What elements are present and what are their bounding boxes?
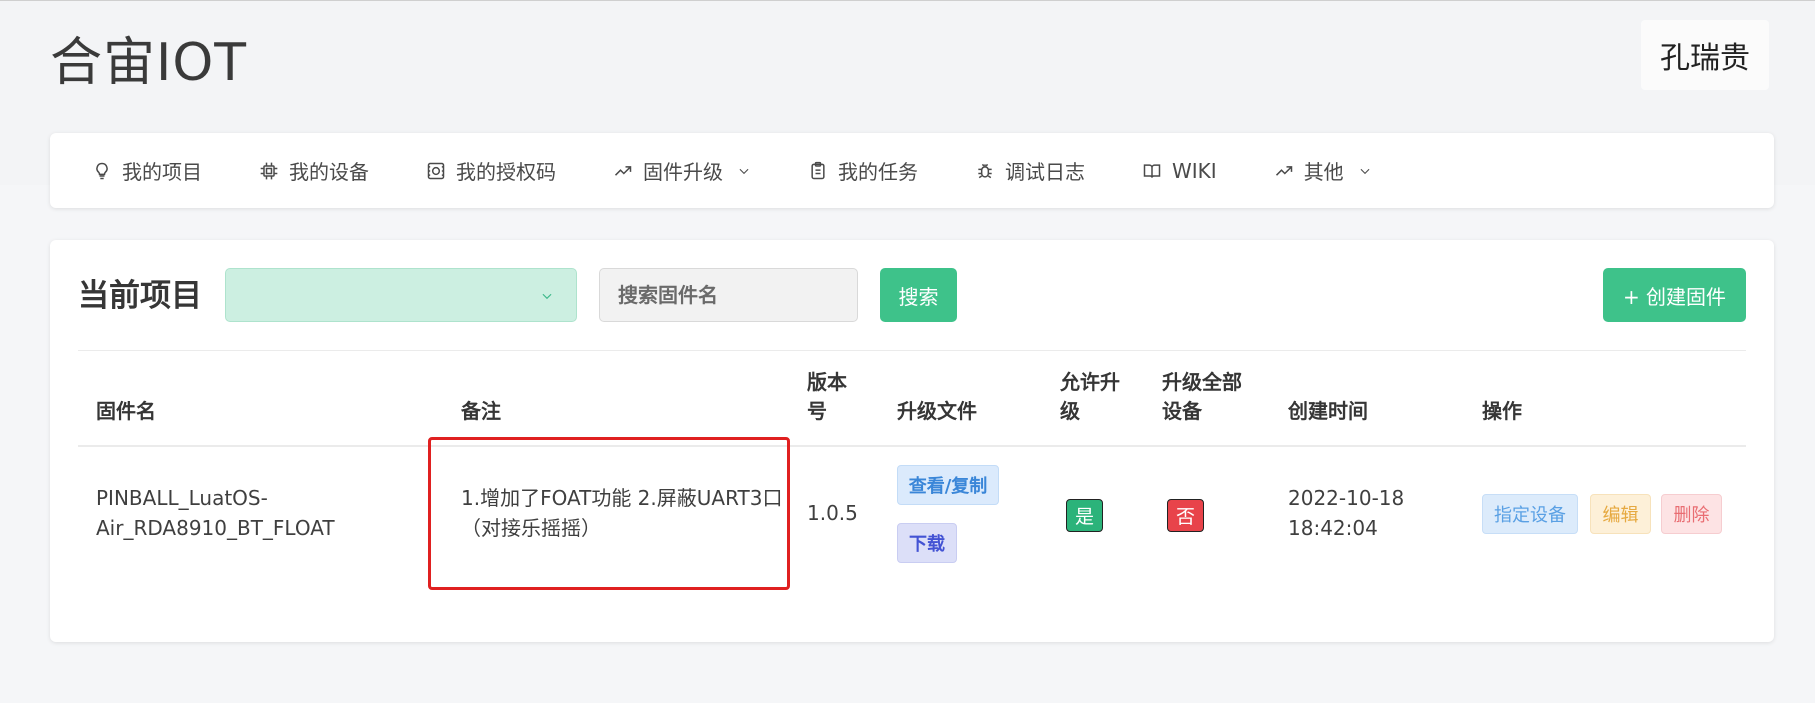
bulb-icon [96, 162, 108, 179]
nav-label: 我的项目 [122, 160, 202, 184]
nav-label: 调试日志 [1005, 160, 1085, 184]
chevron-down-icon [1360, 168, 1370, 174]
license-icon [427, 162, 445, 179]
nav-label: 我的设备 [289, 160, 369, 184]
nav-wiki[interactable]: WIKI [1142, 159, 1217, 183]
col-header-remark: 备注 [461, 399, 501, 423]
bug-icon [978, 163, 992, 178]
nav-my-licenses[interactable]: 我的授权码 [426, 156, 556, 185]
edit-button[interactable]: 编辑 [1590, 494, 1651, 534]
col-header-version: 版本 号 [807, 368, 847, 426]
download-button[interactable]: 下载 [897, 523, 957, 563]
col-header-file: 升级文件 [897, 399, 977, 423]
col-header-allow-line2: 级 [1060, 399, 1080, 423]
col-header-version-line2: 号 [807, 399, 827, 423]
nav-label: WIKI [1172, 158, 1217, 183]
firmware-card: 当前项目 搜索 + 创建固件 固件名 备注 版本 号 升级文件 允许升 级 升级… [50, 240, 1774, 642]
created-date: 2022-10-18 [1288, 486, 1405, 510]
assign-devices-button[interactable]: 指定设备 [1482, 494, 1578, 534]
nav-others[interactable]: 其他 [1274, 156, 1372, 185]
firmware-name-line2: Air_RDA8910_BT_FLOAT [96, 516, 335, 540]
remark-line2: （对接乐摇摇） [461, 516, 601, 540]
trend-icon [1275, 165, 1292, 176]
chevron-down-icon [739, 168, 749, 174]
version-cell: 1.0.5 [807, 501, 858, 525]
nav-label: 其他 [1303, 160, 1344, 184]
view-copy-button[interactable]: 查看/复制 [897, 465, 999, 505]
chip-icon [260, 162, 278, 179]
allow-upgrade-badge: 是 [1066, 499, 1103, 532]
remark-cell: 1.增加了FOAT功能 2.屏蔽UART3口 （对接乐摇摇） [461, 483, 782, 543]
nav-my-devices[interactable]: 我的设备 [259, 156, 369, 185]
trend-icon [614, 165, 632, 176]
firmware-search-input[interactable] [599, 268, 858, 322]
col-header-version-line1: 版本 [807, 370, 847, 394]
firmware-name-cell: PINBALL_LuatOS- Air_RDA8910_BT_FLOAT [96, 483, 335, 543]
created-time: 18:42:04 [1288, 516, 1378, 540]
nav-debug-log[interactable]: 调试日志 [975, 156, 1085, 185]
col-header-all-line1: 升级全部 [1162, 370, 1242, 394]
brand-logo: 合宙IOT [50, 33, 248, 93]
delete-button[interactable]: 删除 [1661, 494, 1722, 534]
nav-my-tasks[interactable]: 我的任务 [808, 156, 918, 185]
col-header-created: 创建时间 [1288, 399, 1368, 423]
user-menu[interactable]: 孔瑞贵 [1641, 20, 1769, 90]
book-icon [1143, 163, 1161, 178]
main-navbar: 我的项目 我的设备 我的授权码 固件升级 我的任务 调试日志 WIKI 其他 [50, 133, 1774, 208]
nav-label: 固件升级 [643, 160, 723, 184]
nav-label: 我的任务 [838, 160, 918, 184]
search-button[interactable]: 搜索 [880, 268, 957, 322]
col-header-allow-line1: 允许升 [1060, 370, 1120, 394]
nav-firmware-upgrade[interactable]: 固件升级 [613, 156, 751, 185]
clipboard-icon [811, 161, 825, 179]
nav-label: 我的授权码 [456, 160, 556, 184]
col-header-actions: 操作 [1482, 399, 1522, 423]
current-project-title: 当前项目 [78, 278, 202, 314]
col-header-name: 固件名 [96, 399, 156, 423]
chevron-down-icon [542, 293, 552, 300]
col-header-all-line2: 设备 [1162, 399, 1202, 423]
nav-my-projects[interactable]: 我的项目 [92, 156, 202, 185]
project-select[interactable] [225, 268, 577, 322]
col-header-all-devices: 升级全部 设备 [1162, 368, 1242, 426]
col-header-allow: 允许升 级 [1060, 368, 1120, 426]
created-time-cell: 2022-10-18 18:42:04 [1288, 483, 1404, 543]
toolbar-divider [78, 350, 1746, 351]
firmware-name-line1: PINBALL_LuatOS- [96, 486, 268, 510]
upgrade-all-badge: 否 [1167, 499, 1204, 532]
remark-line1: 1.增加了FOAT功能 2.屏蔽UART3口 [461, 486, 783, 510]
create-firmware-button[interactable]: + 创建固件 [1603, 268, 1746, 322]
header-divider [78, 445, 1746, 447]
